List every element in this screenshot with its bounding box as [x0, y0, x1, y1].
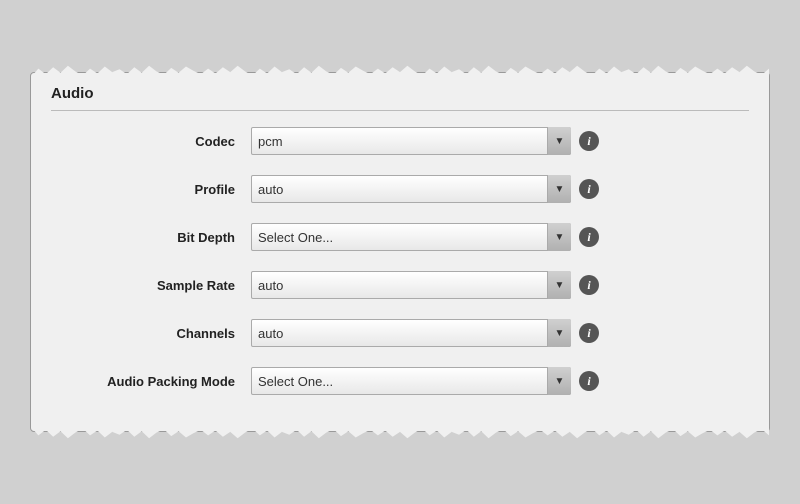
select-wrapper-codec: pcmaacmp3ac3▼	[251, 127, 571, 155]
control-wrapper-sample-rate: auto22050441004800096000▼ i	[251, 271, 599, 299]
form-rows: Codecpcmaacmp3ac3▼iProfileautohighmedium…	[51, 123, 749, 399]
form-row-audio-packing-mode: Audio Packing ModeSelect One...normalcom…	[51, 363, 749, 399]
info-icon-channels[interactable]: i	[579, 323, 599, 343]
control-wrapper-bit-depth: Select One...8162432▼ i	[251, 223, 599, 251]
info-icon-sample-rate[interactable]: i	[579, 275, 599, 295]
select-wrapper-audio-packing-mode: Select One...normalcompact▼	[251, 367, 571, 395]
select-sample-rate[interactable]: auto22050441004800096000	[251, 271, 571, 299]
label-sample-rate: Sample Rate	[51, 278, 251, 293]
info-icon-bit-depth[interactable]: i	[579, 227, 599, 247]
select-wrapper-profile: autohighmediumlow▼	[251, 175, 571, 203]
select-codec[interactable]: pcmaacmp3ac3	[251, 127, 571, 155]
label-channels: Channels	[51, 326, 251, 341]
form-row-sample-rate: Sample Rateauto22050441004800096000▼ i	[51, 267, 749, 303]
label-audio-packing-mode: Audio Packing Mode	[51, 374, 251, 389]
info-icon-audio-packing-mode[interactable]: i	[579, 371, 599, 391]
select-audio-packing-mode[interactable]: Select One...normalcompact	[251, 367, 571, 395]
torn-top-decoration	[31, 63, 769, 77]
panel-title: Audio	[51, 85, 749, 111]
control-wrapper-profile: autohighmediumlow▼ i	[251, 175, 599, 203]
info-icon-codec[interactable]: i	[579, 131, 599, 151]
select-wrapper-bit-depth: Select One...8162432▼	[251, 223, 571, 251]
select-wrapper-sample-rate: auto22050441004800096000▼	[251, 271, 571, 299]
form-row-codec: Codecpcmaacmp3ac3▼ i	[51, 123, 749, 159]
info-icon-profile[interactable]: i	[579, 179, 599, 199]
control-wrapper-codec: pcmaacmp3ac3▼ i	[251, 127, 599, 155]
control-wrapper-channels: auto126▼ i	[251, 319, 599, 347]
select-wrapper-channels: auto126▼	[251, 319, 571, 347]
form-row-profile: Profileautohighmediumlow▼ i	[51, 171, 749, 207]
select-profile[interactable]: autohighmediumlow	[251, 175, 571, 203]
audio-panel: Audio Codecpcmaacmp3ac3▼iProfileautohigh…	[30, 72, 770, 432]
label-codec: Codec	[51, 134, 251, 149]
torn-bottom-decoration	[31, 427, 769, 441]
form-row-channels: Channelsauto126▼ i	[51, 315, 749, 351]
label-profile: Profile	[51, 182, 251, 197]
control-wrapper-audio-packing-mode: Select One...normalcompact▼ i	[251, 367, 599, 395]
form-row-bit-depth: Bit DepthSelect One...8162432▼ i	[51, 219, 749, 255]
label-bit-depth: Bit Depth	[51, 230, 251, 245]
select-channels[interactable]: auto126	[251, 319, 571, 347]
select-bit-depth[interactable]: Select One...8162432	[251, 223, 571, 251]
